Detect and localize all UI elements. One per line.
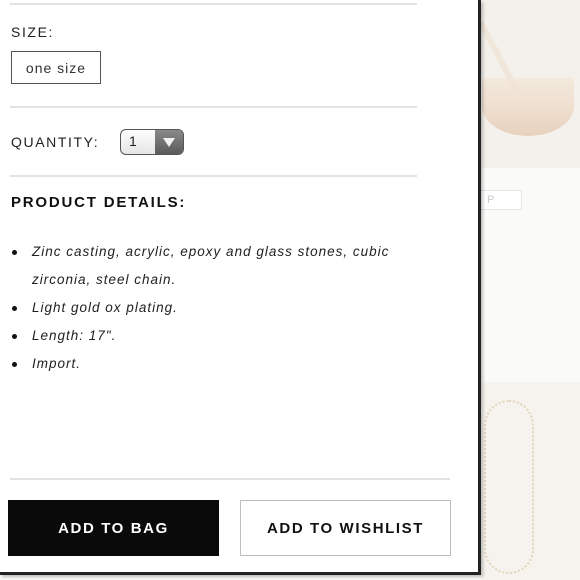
size-option-button[interactable]: one size <box>11 51 101 84</box>
product-quickview-panel: SIZE: one size QUANTITY: 1 PRODUCT DETAI… <box>0 0 481 575</box>
product-details-list: Zinc casting, acrylic, epoxy and glass s… <box>11 238 431 378</box>
product-details-title: PRODUCT DETAILS: <box>11 194 187 211</box>
dropdown-arrow-icon[interactable] <box>155 130 183 154</box>
list-item: Length: 17". <box>11 322 431 350</box>
divider-actions <box>10 478 450 480</box>
add-to-wishlist-button[interactable]: ADD TO WISHLIST <box>240 500 451 556</box>
divider-quantity <box>10 175 417 177</box>
necklace-chain <box>484 400 534 574</box>
add-to-bag-button[interactable]: ADD TO BAG <box>8 500 219 556</box>
quantity-label: QUANTITY: <box>11 134 100 150</box>
divider-size <box>10 106 417 108</box>
size-label: SIZE: <box>11 24 55 40</box>
quantity-select[interactable]: 1 <box>120 129 184 155</box>
quantity-value: 1 <box>129 133 137 149</box>
list-item: Zinc casting, acrylic, epoxy and glass s… <box>11 238 431 294</box>
sandal-sole <box>482 78 574 136</box>
divider-top <box>10 3 417 5</box>
list-item: Import. <box>11 350 431 378</box>
list-item: Light gold ox plating. <box>11 294 431 322</box>
